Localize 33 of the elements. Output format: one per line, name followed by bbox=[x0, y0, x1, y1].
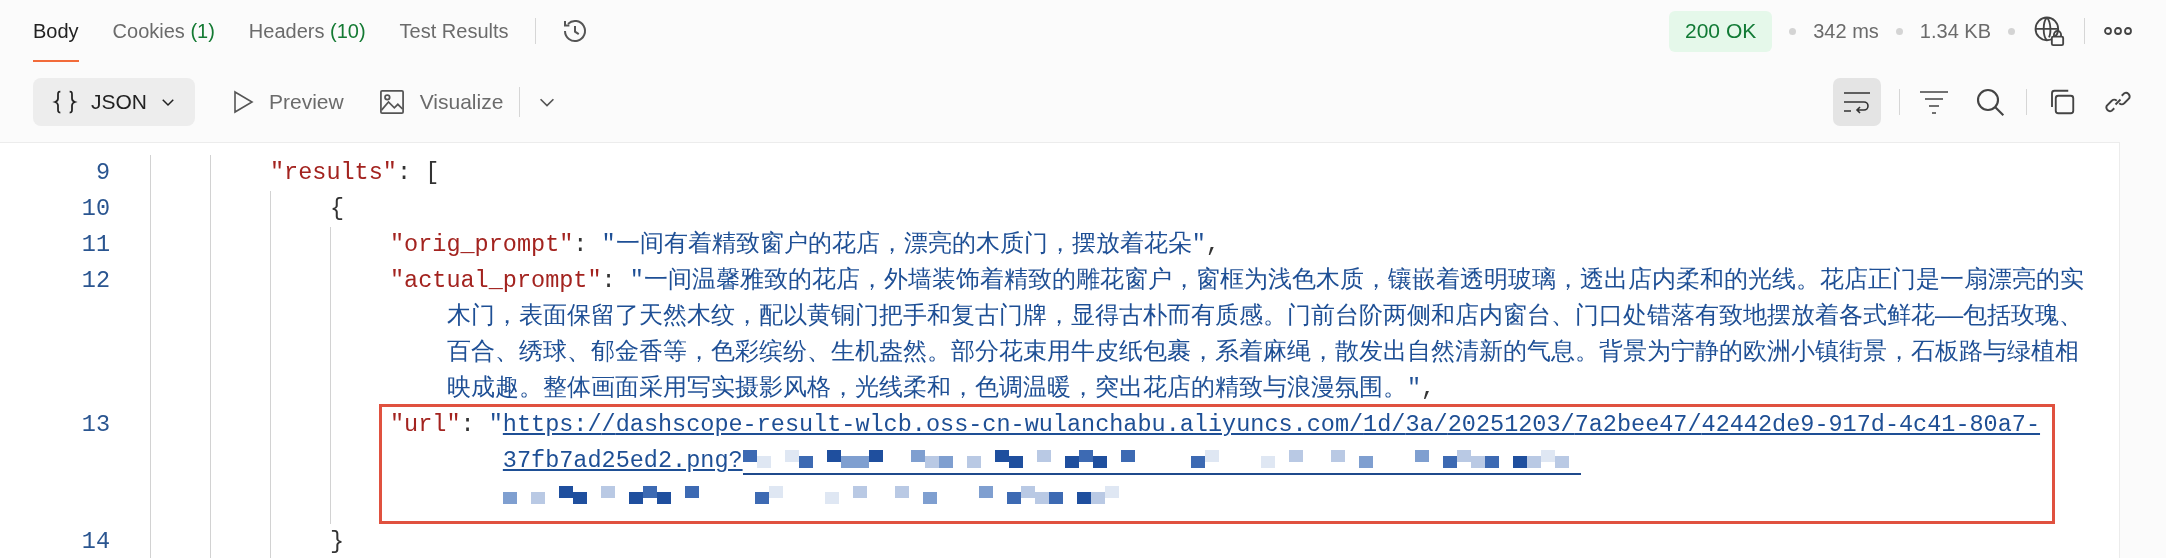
format-dropdown[interactable]: JSON bbox=[33, 78, 195, 126]
code-line: "actual_prompt": "一间温馨雅致的花店，外墙装饰着精致的雕花窗户，窗框为浅色木质，镶嵌着透明玻璃，透出店内柔和的光线。花店正门是一扇漂亮的实木门，表面保留了天然木纹，配以黄铜门把手和复古门牌，显得古朴而有质感。门前台阶两侧和店内窗台、门口处错落有致地摆放着各式鲜花——包括玫瑰、百合、绣球、郁金香等，色彩缤纷、生机盎然。部分花束用牛皮纸包裹，系着麻绳，散发出自然清新的气息。背景为宁静的欧洲小镇街景，石板路与绿植相映成趣。整体画面采用写实摄影风格，光线柔和，色调温暖，突出花店的精致与浪漫氛围。", bbox=[390, 265, 2085, 404]
code-line: { bbox=[330, 194, 346, 224]
json-punctuation: : bbox=[460, 411, 476, 438]
filter-icon[interactable] bbox=[1918, 88, 1950, 116]
image-icon bbox=[377, 88, 406, 116]
braces-icon bbox=[51, 88, 79, 116]
response-tab[interactable]: Headers (10) bbox=[248, 0, 366, 62]
response-tab[interactable]: Body bbox=[33, 0, 79, 62]
line-number: 12 bbox=[80, 266, 110, 296]
visualize-button[interactable]: Visualize bbox=[377, 86, 504, 118]
code-line: "orig_prompt": "一间有着精致窗户的花店，漂亮的木质门，摆放着花朵", bbox=[390, 229, 1221, 260]
line-number: 14 bbox=[80, 527, 110, 557]
code-line: } bbox=[330, 527, 346, 557]
wrap-lines-button[interactable] bbox=[1833, 78, 1881, 126]
preview-button[interactable]: Preview bbox=[231, 86, 344, 118]
url-link[interactable]: https://dashscope-result-wlcb.oss-cn-wulanchabu.aliyuncs.com/1d/3a/20251203/7a2bee47/42442de9-917d-4c41-80a7-37fb7ad25ed2.png? bbox=[502, 407, 2048, 515]
code-line: "results": [ bbox=[270, 158, 441, 188]
status-badge: 200 OK bbox=[1669, 10, 1773, 52]
line-number: 10 bbox=[80, 194, 110, 224]
line-number: 13 bbox=[80, 410, 110, 440]
line-number: 9 bbox=[94, 158, 110, 188]
json-string: " bbox=[488, 411, 503, 438]
response-time: 342 ms bbox=[1813, 19, 1879, 44]
line-number: 11 bbox=[80, 230, 110, 260]
response-tab[interactable]: Cookies (1) bbox=[112, 0, 215, 62]
search-icon[interactable] bbox=[1974, 86, 2006, 118]
json-key: "url" bbox=[390, 411, 461, 438]
globe-lock-icon[interactable] bbox=[2032, 14, 2066, 48]
response-size: 1.34 KB bbox=[1919, 19, 1991, 44]
play-icon bbox=[231, 89, 255, 115]
more-icon[interactable] bbox=[2103, 26, 2133, 36]
response-tab[interactable]: Test Results bbox=[399, 0, 509, 62]
